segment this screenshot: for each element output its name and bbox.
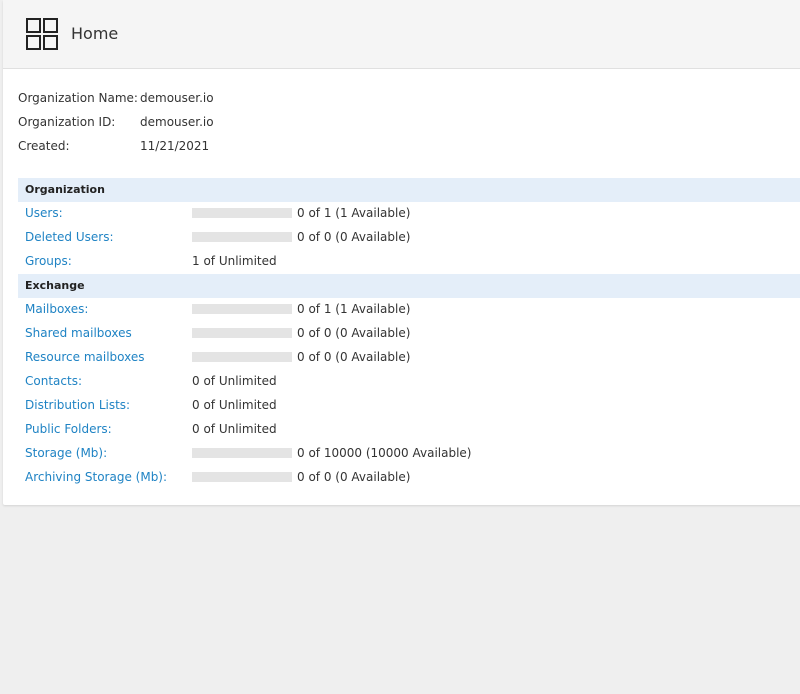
stat-row-public-folders: Public Folders: 0 of Unlimited	[25, 417, 277, 441]
usage-bar	[192, 208, 292, 218]
usage-bar	[192, 352, 292, 362]
groups-link[interactable]: Groups:	[25, 249, 192, 273]
shared-mailboxes-link[interactable]: Shared mailboxes	[25, 321, 192, 345]
resource-mailboxes-link[interactable]: Resource mailboxes	[25, 345, 192, 369]
created-value: 11/21/2021	[140, 139, 210, 153]
stat-row-mailboxes: Mailboxes: 0 of 1 (1 Available)	[25, 297, 410, 321]
stat-row-distribution-lists: Distribution Lists: 0 of Unlimited	[25, 393, 277, 417]
usage-bar	[192, 304, 292, 314]
org-name-row: Organization Name: demouser.io	[18, 86, 214, 110]
org-name-value: demouser.io	[140, 91, 214, 105]
usage-bar	[192, 328, 292, 338]
public-folders-value: 0 of Unlimited	[192, 422, 277, 436]
stat-row-archiving-storage: Archiving Storage (Mb): 0 of 0 (0 Availa…	[25, 465, 410, 489]
stat-row-resource-mailboxes: Resource mailboxes 0 of 0 (0 Available)	[25, 345, 410, 369]
shared-mailboxes-value: 0 of 0 (0 Available)	[297, 326, 411, 340]
org-id-value: demouser.io	[140, 115, 214, 129]
section-header-organization: Organization	[18, 178, 800, 202]
usage-bar	[192, 472, 292, 482]
stat-row-deleted-users: Deleted Users: 0 of 0 (0 Available)	[25, 225, 410, 249]
stat-row-groups: Groups: 1 of Unlimited	[25, 249, 277, 273]
stat-row-users: Users: 0 of 1 (1 Available)	[25, 201, 410, 225]
page-title: Home	[71, 23, 119, 43]
archiving-storage-value: 0 of 0 (0 Available)	[297, 470, 411, 484]
deleted-users-link[interactable]: Deleted Users:	[25, 225, 192, 249]
stat-row-contacts: Contacts: 0 of Unlimited	[25, 369, 277, 393]
usage-bar	[192, 448, 292, 458]
panel-header: Home	[3, 0, 800, 69]
org-id-label: Organization ID:	[18, 115, 116, 129]
stat-row-storage: Storage (Mb): 0 of 10000 (10000 Availabl…	[25, 441, 472, 465]
dashboard-grid-icon	[26, 18, 58, 50]
section-header-exchange: Exchange	[18, 274, 800, 298]
resource-mailboxes-value: 0 of 0 (0 Available)	[297, 350, 411, 364]
created-row: Created: 11/21/2021	[18, 134, 214, 158]
org-name-label: Organization Name:	[18, 91, 138, 105]
created-label: Created:	[18, 139, 70, 153]
distribution-lists-link[interactable]: Distribution Lists:	[25, 393, 192, 417]
contacts-link[interactable]: Contacts:	[25, 369, 192, 393]
public-folders-link[interactable]: Public Folders:	[25, 417, 192, 441]
contacts-value: 0 of Unlimited	[192, 374, 277, 388]
home-panel: Home Organization Name: demouser.io Orga…	[3, 0, 800, 505]
users-link[interactable]: Users:	[25, 201, 192, 225]
deleted-users-value: 0 of 0 (0 Available)	[297, 230, 411, 244]
org-info: Organization Name: demouser.io Organizat…	[18, 86, 214, 158]
mailboxes-link[interactable]: Mailboxes:	[25, 297, 192, 321]
org-id-row: Organization ID: demouser.io	[18, 110, 214, 134]
users-value: 0 of 1 (1 Available)	[297, 206, 411, 220]
storage-link[interactable]: Storage (Mb):	[25, 441, 192, 465]
archiving-storage-link[interactable]: Archiving Storage (Mb):	[25, 465, 192, 489]
storage-value: 0 of 10000 (10000 Available)	[297, 446, 472, 460]
distribution-lists-value: 0 of Unlimited	[192, 398, 277, 412]
stat-row-shared-mailboxes: Shared mailboxes 0 of 0 (0 Available)	[25, 321, 410, 345]
usage-bar	[192, 232, 292, 242]
mailboxes-value: 0 of 1 (1 Available)	[297, 302, 411, 316]
groups-value: 1 of Unlimited	[192, 254, 277, 268]
